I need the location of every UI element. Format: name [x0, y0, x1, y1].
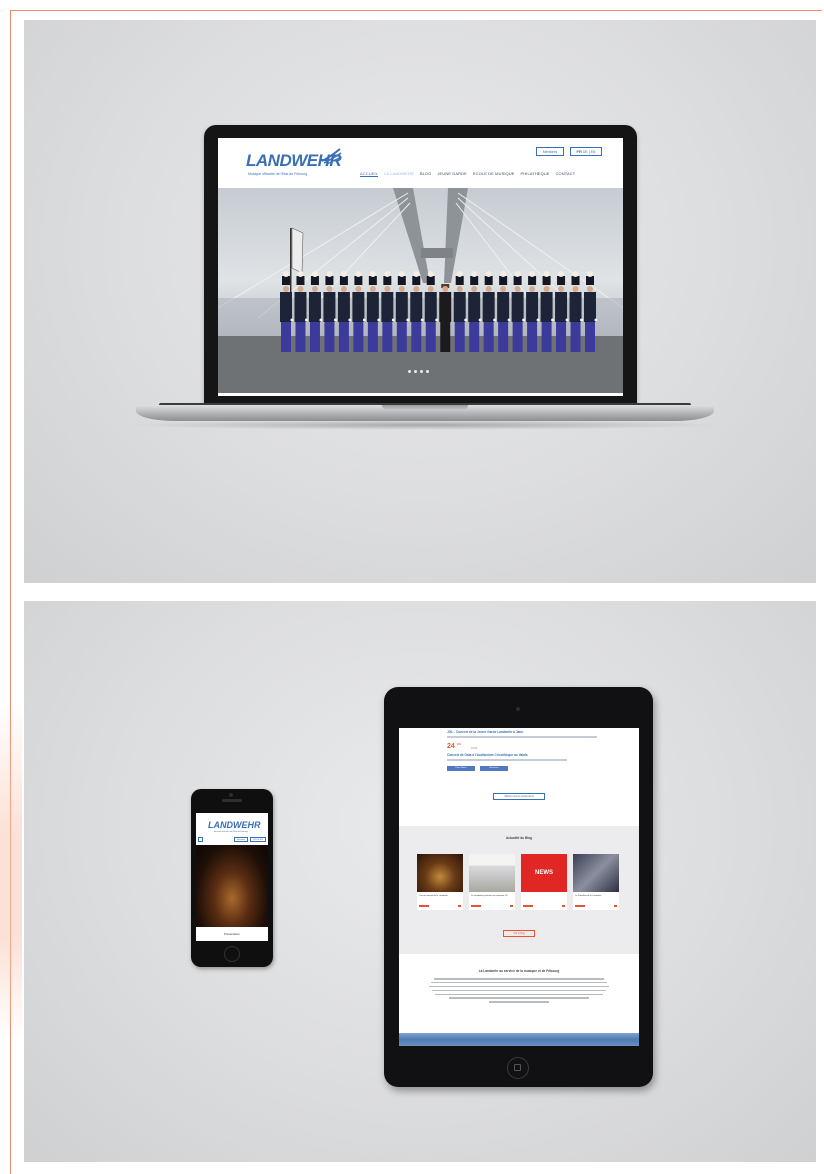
blog-card-image [417, 854, 463, 892]
slider-dot[interactable] [426, 370, 429, 373]
phone-speaker [222, 799, 242, 802]
blog-card[interactable]: Concert annuel de la Landwehr [417, 854, 463, 910]
laptop-mockup-panel: LANDWEHR Musique officielle de l'Etat de… [24, 20, 816, 583]
event-reserve-button[interactable]: Réserver [480, 766, 508, 771]
tablet-mockup: JGL - Concert de la Jeune Garde Landwehr… [384, 687, 653, 1087]
phone-mockup: LANDWEHR Musique officielle de l'Etat de… [191, 789, 273, 967]
site-header: LANDWEHR Musique officielle de l'Etat de… [218, 138, 623, 188]
laptop-notch [382, 405, 468, 410]
phone-language-switcher[interactable]: FR DE EN [250, 837, 266, 842]
blog-section-title: Actualité du Blog [505, 836, 533, 840]
laptop-base [136, 405, 714, 421]
blog-card-meta [471, 905, 513, 907]
slider-dot[interactable] [414, 370, 417, 373]
blog-card-meta [523, 905, 565, 907]
blog-card[interactable]: La Landwehr présente son nouveau CD [469, 854, 515, 910]
all-events-button[interactable]: Afficher tous les événements [493, 793, 545, 800]
tablet-camera [516, 707, 520, 711]
lang-active[interactable]: FR [577, 149, 582, 154]
main-nav: Accueil La Landwehr Blog Jeune Garde Eco… [360, 171, 575, 177]
phone-header-row: Membres FR DE EN [198, 837, 266, 843]
blog-section: Actualité du Blog Concert annuel de la L… [399, 826, 639, 954]
event-subtitle-line [447, 759, 567, 761]
footer-image-strip [399, 1033, 639, 1046]
nav-item-blog[interactable]: Blog [420, 171, 432, 177]
phone-site-logo[interactable]: LANDWEHR [208, 820, 261, 830]
slider-dot[interactable] [420, 370, 423, 373]
blog-card-meta [419, 905, 461, 907]
blog-card-image: NEWS [521, 854, 567, 892]
nav-item-jeune-garde[interactable]: Jeune Garde [437, 171, 467, 177]
event-month: MAI [456, 743, 462, 746]
blog-button[interactable]: Voir le blog [503, 930, 535, 937]
hero-image [218, 188, 623, 393]
event-title[interactable]: Concert de Gala à l'Auditorium Cricothèq… [447, 753, 528, 757]
site-tagline: Musique officielle de l'Etat de Fribourg [248, 172, 308, 176]
blog-card-caption: Concert annuel de la Landwehr [419, 895, 448, 897]
blog-card[interactable]: Le Président de la Landwehr [573, 854, 619, 910]
nav-item-ecole-de-musique[interactable]: Ecole de musique [473, 171, 515, 177]
blog-card-image [469, 854, 515, 892]
event-subtitle-line [447, 736, 597, 738]
nav-item-philatheque[interactable]: Philatheque [521, 171, 550, 177]
members-button[interactable]: Membres [536, 147, 564, 156]
mockup-page: LANDWEHR Musique officielle de l'Etat de… [0, 0, 824, 1174]
phone-site-tagline: Musique officielle de l'Etat de Fribourg [214, 831, 248, 833]
phone-camera [229, 793, 233, 797]
laptop-screen: LANDWEHR Musique officielle de l'Etat de… [218, 138, 623, 396]
event-day: 24 [447, 743, 455, 750]
band-member-figure [439, 284, 452, 352]
logo-swoosh-icon [321, 148, 342, 165]
nav-item-la-landwehr[interactable]: La Landwehr [384, 171, 414, 177]
phone-hero-caption[interactable]: Présentation [196, 927, 268, 941]
blog-card-meta [575, 905, 617, 907]
nav-item-contact[interactable]: Contact [556, 171, 576, 177]
lang-others[interactable]: DE | EN [583, 150, 596, 154]
hamburger-menu-icon[interactable] [198, 837, 203, 842]
blog-card[interactable]: NEWS [521, 854, 567, 910]
event-date: 24 MAI [447, 743, 461, 750]
phone-screen: LANDWEHR Musique officielle de l'Etat de… [196, 813, 268, 941]
event-info-button[interactable]: Plus d'infos [447, 766, 475, 771]
slider-dots[interactable] [408, 370, 429, 373]
blog-card-caption: La Landwehr présente son nouveau CD [471, 895, 508, 897]
slider-dot[interactable] [408, 370, 411, 373]
tablet-home-button [507, 1057, 529, 1079]
phone-hero-image [196, 845, 268, 927]
tablet-screen: JGL - Concert de la Jeune Garde Landwehr… [399, 728, 639, 1046]
about-text [429, 978, 609, 1005]
about-title: La Landwehr au service de la musique et … [478, 969, 560, 973]
blog-card-image [573, 854, 619, 892]
phone-members-button[interactable]: Membres [234, 837, 248, 842]
phone-home-button [224, 946, 240, 962]
event-time: 19:00 [471, 747, 478, 750]
event-title[interactable]: JGL - Concert de la Jeune Garde Landwehr… [447, 730, 523, 734]
laptop-shadow [124, 420, 724, 430]
hero-slider[interactable] [218, 188, 623, 393]
edge-accent [0, 700, 22, 1040]
blog-card-caption: Le Président de la Landwehr [575, 895, 602, 897]
nav-item-accueil[interactable]: Accueil [360, 171, 379, 177]
language-switcher[interactable]: FR DE | EN [570, 147, 602, 156]
laptop-lid: LANDWEHR Musique officielle de l'Etat de… [204, 125, 637, 405]
